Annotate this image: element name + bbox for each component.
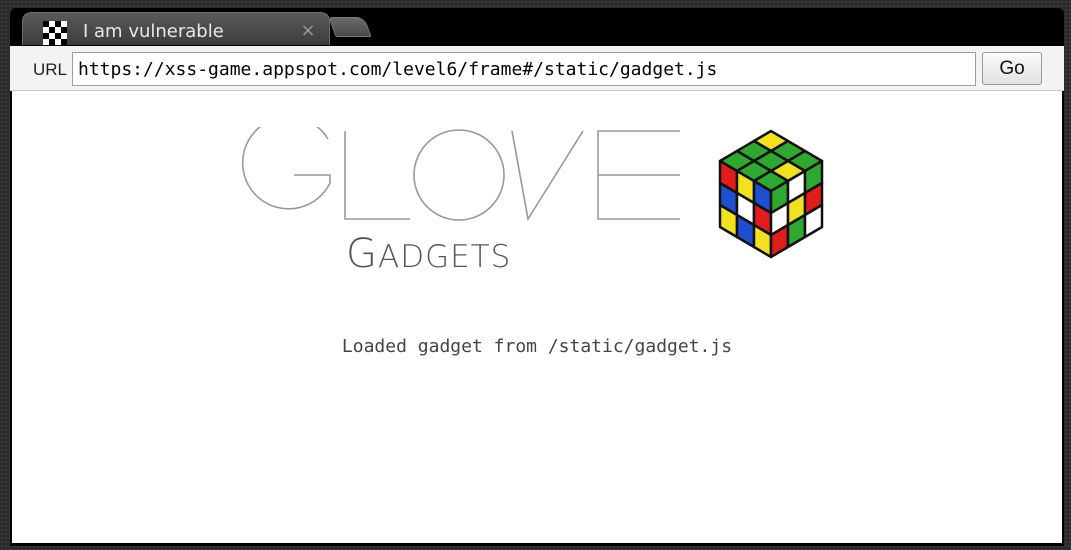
tab-title: I am vulnerable <box>83 21 224 42</box>
xss-game-favicon-icon <box>43 21 67 45</box>
close-icon[interactable]: × <box>299 20 317 41</box>
url-input[interactable] <box>72 52 976 86</box>
loaded-gadget-message: Loaded gadget from /static/gadget.js <box>341 336 733 357</box>
rubiks-cube-icon <box>718 129 824 259</box>
page-frame: GADGETS Loaded gadget from /static/gadge… <box>12 91 1062 543</box>
url-toolbar: URL Go <box>10 46 1064 91</box>
go-button[interactable]: Go <box>982 52 1042 85</box>
gadgets-subtitle-rest: ADGETS <box>378 239 512 275</box>
new-tab-button[interactable] <box>328 17 372 37</box>
browser-tab[interactable]: I am vulnerable × <box>22 12 330 45</box>
glove-logo <box>241 127 680 222</box>
url-label: URL <box>33 60 68 79</box>
gadgets-subtitle-first: G <box>346 231 378 277</box>
gadgets-subtitle: GADGETS <box>346 231 511 277</box>
